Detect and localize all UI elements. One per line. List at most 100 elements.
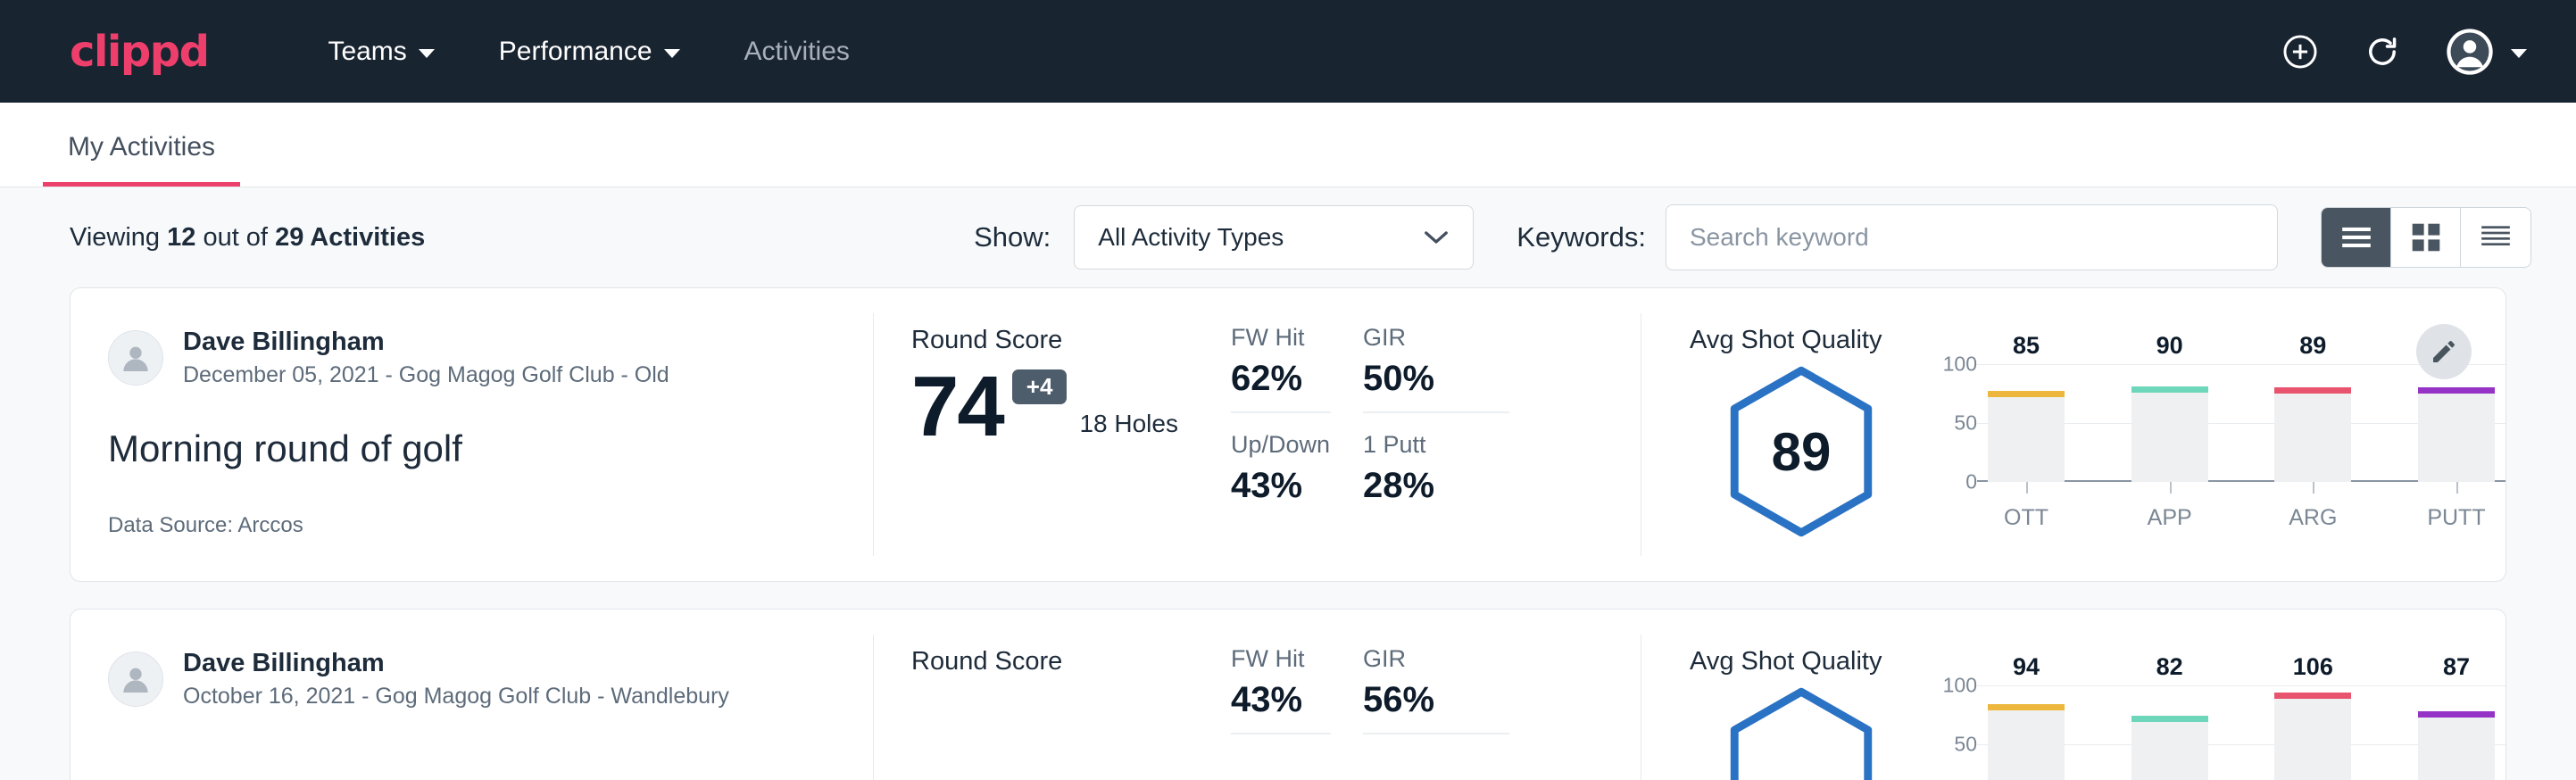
activity-card[interactable]: Dave Billingham December 05, 2021 - Gog … [70, 287, 2506, 582]
activity-stats: FW Hit 62% GIR 50% Up/Down 43% 1 Putt 28… [1231, 288, 1641, 581]
activity-meta: October 16, 2021 - Gog Magog Golf Club -… [183, 682, 729, 711]
pencil-icon [2430, 337, 2458, 366]
nav-item-activities[interactable]: Activities [712, 28, 882, 76]
chart-plot-area: 85 90 89 [1977, 364, 2505, 482]
avatar [108, 651, 163, 707]
x-tick: ARG [2274, 482, 2351, 531]
bar-body [2274, 699, 2351, 780]
filter-controls: Show: All Activity Types Keywords: [974, 204, 2531, 270]
y-tick: 0 [1965, 470, 1977, 494]
search-input[interactable] [1666, 204, 2278, 270]
activity-meta: December 05, 2021 - Gog Magog Golf Club … [183, 361, 669, 390]
activity-type-value: All Activity Types [1098, 223, 1284, 252]
bar-value: 89 [2274, 332, 2351, 360]
bar-value: 94 [1988, 653, 2065, 681]
avg-shot-quality-label: Avg Shot Quality [1690, 326, 2505, 355]
stat-label: GIR [1363, 324, 1509, 352]
chart-x-labels: OTT APP ARG PUTT [1977, 482, 2505, 531]
activity-type-select[interactable]: All Activity Types [1074, 205, 1474, 270]
activity-card-list: Dave Billingham December 05, 2021 - Gog … [0, 287, 2576, 780]
stat-fw-hit: FW Hit 62% [1231, 324, 1331, 413]
viewing-prefix: Viewing [70, 223, 160, 252]
bar-value: 87 [2418, 653, 2495, 681]
stat-label: FW Hit [1231, 324, 1331, 352]
nav-item-label: Activities [744, 37, 850, 67]
viewing-middle: out of [203, 223, 268, 252]
viewing-count: 12 [167, 223, 195, 252]
round-score-label: Round Score [911, 326, 1231, 355]
shot-quality-badge [1690, 685, 1913, 780]
compact-view-button[interactable] [2461, 208, 2530, 267]
bar-value: 106 [2274, 653, 2351, 681]
bar-cap [2418, 387, 2495, 394]
nav-item-label: Teams [328, 37, 406, 67]
stat-label: GIR [1363, 645, 1509, 673]
person-icon [118, 661, 154, 697]
x-tick: PUTT [2418, 482, 2495, 531]
shot-quality-badge: 89 [1690, 364, 1913, 539]
bar-body [2131, 722, 2208, 780]
list-view-button[interactable] [2322, 208, 2391, 267]
x-tick: APP [2131, 482, 2208, 531]
edit-activity-button[interactable] [2416, 324, 2472, 379]
avg-shot-quality-section: Avg Shot Quality 100 50 0 [1641, 610, 2505, 780]
bar-putt: 87 [2418, 685, 2495, 780]
bar-body [1988, 710, 2065, 780]
y-tick: 50 [1954, 411, 1977, 436]
chart-bars: 85 90 89 [1977, 364, 2505, 482]
filter-bar: Viewing 12 out of 29 Activities Show: Al… [0, 187, 2576, 287]
stat-value: 62% [1231, 359, 1331, 399]
chart-y-axis: 100 50 0 [1925, 685, 1977, 780]
holes-label: 18 Holes [1079, 410, 1178, 438]
stat-up-down: Up/Down 43% [1231, 431, 1363, 519]
activity-stats: FW Hit 43% GIR 56% [1231, 610, 1641, 780]
show-label: Show: [974, 221, 1051, 253]
keywords-label: Keywords: [1517, 221, 1646, 253]
round-score-section: Round Score [874, 610, 1231, 780]
add-circle-icon[interactable] [2281, 32, 2320, 71]
stat-label: 1 Putt [1363, 431, 1541, 459]
chevron-down-icon [664, 49, 680, 58]
nav-item-teams[interactable]: Teams [295, 28, 466, 76]
stat-value: 56% [1363, 680, 1509, 720]
clippd-logo[interactable]: clippd [70, 30, 208, 73]
shot-quality-chart: 100 50 0 94 [1913, 685, 2505, 780]
chart-plot-area: 94 82 106 [1977, 685, 2505, 780]
score-diff-badge: +4 [1012, 369, 1068, 404]
navbar-actions [2281, 27, 2527, 77]
avg-shot-quality-value [1722, 685, 1881, 780]
nav-item-label: Performance [499, 37, 652, 67]
round-score-value: 74 [911, 366, 1003, 447]
bar-body [2131, 393, 2208, 482]
player-header: Dave Billingham October 16, 2021 - Gog M… [108, 647, 874, 711]
chart-y-axis: 100 50 0 [1925, 364, 1977, 482]
data-source: Data Source: Arccos [108, 513, 874, 538]
stat-value: 28% [1363, 466, 1541, 506]
bar-cap [2131, 716, 2208, 722]
round-score-section: Round Score 74 +4 18 Holes [874, 288, 1231, 581]
avatar [108, 330, 163, 386]
bar-value: 90 [2131, 332, 2208, 360]
bar-ott: 85 [1988, 364, 2065, 482]
stat-one-putt: 1 Putt 28% [1363, 431, 1541, 519]
person-icon [118, 340, 154, 376]
player-name: Dave Billingham [183, 647, 729, 679]
tab-my-activities[interactable]: My Activities [43, 132, 240, 187]
compact-list-icon [2479, 223, 2513, 252]
account-menu[interactable] [2445, 27, 2527, 77]
avg-shot-quality-section: Avg Shot Quality 89 100 50 0 [1641, 288, 2505, 581]
stat-value: 50% [1363, 359, 1509, 399]
x-tick: OTT [1988, 482, 2065, 531]
y-tick: 100 [1943, 674, 1977, 698]
stat-label: FW Hit [1231, 645, 1331, 673]
bar-putt: 89 [2418, 364, 2495, 482]
activity-card[interactable]: Dave Billingham October 16, 2021 - Gog M… [70, 609, 2506, 780]
refresh-icon[interactable] [2363, 32, 2402, 71]
nav-item-performance[interactable]: Performance [467, 28, 712, 76]
grid-icon [2411, 222, 2441, 253]
bar-body [2418, 394, 2495, 482]
grid-view-button[interactable] [2391, 208, 2461, 267]
y-tick: 50 [1954, 733, 1977, 757]
stat-label: Up/Down [1231, 431, 1363, 459]
bar-cap [1988, 391, 2065, 397]
